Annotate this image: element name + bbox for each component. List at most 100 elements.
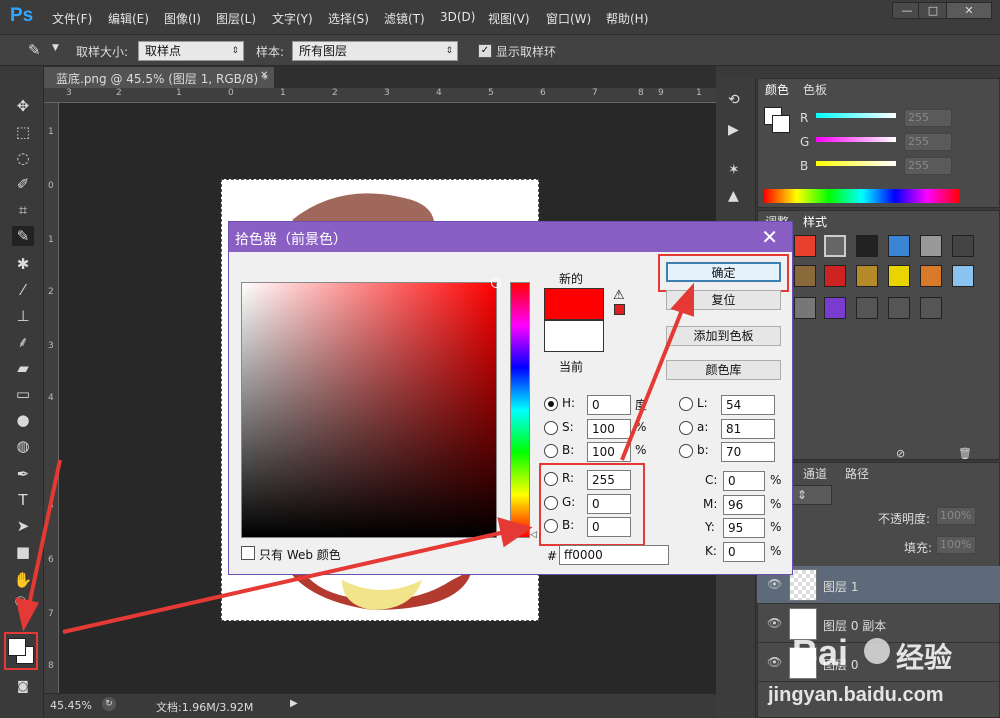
menu-view[interactable]: 视图(V) xyxy=(488,10,530,27)
tab-swatches[interactable]: 色板 xyxy=(798,79,832,100)
show-ring-checkbox[interactable]: ✓ xyxy=(478,44,492,58)
radio-s[interactable] xyxy=(544,421,558,435)
h-input[interactable]: 0 xyxy=(587,395,631,415)
b-lab-input[interactable]: 70 xyxy=(721,442,775,462)
add-to-swatches-button[interactable]: 添加到色板 xyxy=(666,326,781,346)
style-swatch[interactable] xyxy=(794,235,816,257)
fill-value[interactable]: 100% xyxy=(936,536,976,554)
clone-source-icon[interactable]: ▲ xyxy=(728,188,739,204)
gamut-swatch[interactable] xyxy=(614,304,625,315)
saturation-brightness-field[interactable] xyxy=(241,278,501,538)
menu-select[interactable]: 选择(S) xyxy=(328,10,369,27)
sample-select[interactable]: 所有图层 ⇕ xyxy=(292,41,458,61)
move-tool-icon[interactable]: ✥ xyxy=(12,96,34,116)
style-swatch[interactable] xyxy=(952,265,974,287)
layer-row[interactable]: 👁︎ 图层 1 xyxy=(757,566,1000,604)
path-select-icon[interactable]: ➤ xyxy=(12,516,34,536)
slider-arrow-icon[interactable]: ◁ xyxy=(530,530,537,540)
quick-mask-icon[interactable]: ◙ xyxy=(12,676,34,696)
eye-icon[interactable]: 👁︎ xyxy=(767,577,782,591)
k-input[interactable]: 0 xyxy=(723,542,765,562)
gradient-tool-icon[interactable]: ▭ xyxy=(12,384,34,404)
radio-b-hsb[interactable] xyxy=(544,444,558,458)
delete-style-icon[interactable]: ⊘ xyxy=(896,447,905,460)
s-input[interactable]: 100 xyxy=(587,419,631,439)
document-tab[interactable]: 蓝底.png @ 45.5% (图层 1, RGB/8) * ✕ xyxy=(44,67,274,88)
healing-tool-icon[interactable]: ✱ xyxy=(12,254,34,274)
y-input[interactable]: 95 xyxy=(723,518,765,538)
close-icon[interactable]: ✕ xyxy=(761,225,778,249)
zoom-tool-icon[interactable]: 🔍︎ xyxy=(12,594,34,614)
l-input[interactable]: 54 xyxy=(721,395,775,415)
hue-slider[interactable] xyxy=(510,282,530,538)
eyedropper-tool-icon[interactable]: ✎ xyxy=(12,226,34,246)
panel-background-swatch[interactable] xyxy=(772,115,790,133)
r-value[interactable]: 255 xyxy=(904,109,952,127)
style-swatch[interactable] xyxy=(856,265,878,287)
style-swatch[interactable] xyxy=(920,297,942,319)
pen-tool-icon[interactable]: ✒ xyxy=(12,464,34,484)
hex-input[interactable]: ff0000 xyxy=(559,545,669,565)
radio-h[interactable] xyxy=(544,397,558,411)
picker-cursor[interactable] xyxy=(491,278,501,288)
web-colors-checkbox[interactable] xyxy=(241,546,255,560)
style-swatch[interactable] xyxy=(888,297,910,319)
style-swatch[interactable] xyxy=(856,297,878,319)
eyedropper-icon[interactable]: ✎ xyxy=(28,41,41,59)
r-slider[interactable] xyxy=(816,113,896,118)
style-swatch[interactable] xyxy=(920,265,942,287)
menu-file[interactable]: 文件(F) xyxy=(52,10,92,27)
current-color-preview[interactable] xyxy=(544,320,604,352)
trash-icon[interactable]: 🗑︎ xyxy=(958,447,972,460)
close-window-button[interactable]: ✕ xyxy=(946,2,992,19)
share-icon[interactable]: ↻ xyxy=(102,697,116,711)
style-swatch[interactable] xyxy=(920,235,942,257)
style-swatch[interactable] xyxy=(794,297,816,319)
stamp-tool-icon[interactable]: ⊥ xyxy=(12,306,34,326)
blur-tool-icon[interactable]: ● xyxy=(12,410,34,430)
warning-icon[interactable]: ⚠ xyxy=(613,288,625,303)
g-value[interactable]: 255 xyxy=(904,133,952,151)
radio-l[interactable] xyxy=(679,397,693,411)
tab-styles[interactable]: 样式 xyxy=(798,211,833,232)
shape-tool-icon[interactable]: ■ xyxy=(12,542,34,562)
actions-icon[interactable]: ▶ xyxy=(728,122,739,138)
radio-a[interactable] xyxy=(679,421,693,435)
tab-channels[interactable]: 通道 xyxy=(798,463,832,484)
quick-select-tool-icon[interactable]: ✐ xyxy=(12,174,34,194)
tab-paths[interactable]: 路径 xyxy=(840,463,874,484)
color-libraries-button[interactable]: 颜色库 xyxy=(666,360,781,380)
lasso-tool-icon[interactable]: ◌ xyxy=(12,148,34,168)
tab-color[interactable]: 颜色 xyxy=(760,79,795,100)
menu-layer[interactable]: 图层(L) xyxy=(216,10,256,27)
reset-button[interactable]: 复位 xyxy=(666,290,781,310)
hand-tool-icon[interactable]: ✋ xyxy=(12,570,34,590)
dodge-tool-icon[interactable]: ◍ xyxy=(12,436,34,456)
m-input[interactable]: 96 xyxy=(723,495,765,515)
dialog-titlebar[interactable]: 拾色器（前景色） ✕ xyxy=(229,222,792,252)
a-input[interactable]: 81 xyxy=(721,419,775,439)
menu-edit[interactable]: 编辑(E) xyxy=(108,10,149,27)
b-slider[interactable] xyxy=(816,161,896,166)
style-swatch[interactable] xyxy=(888,235,910,257)
brush-tool-icon[interactable]: ⁄ xyxy=(12,280,34,300)
eraser-tool-icon[interactable]: ▰ xyxy=(12,358,34,378)
menu-filter[interactable]: 滤镜(T) xyxy=(384,10,425,27)
style-swatch[interactable] xyxy=(824,235,846,257)
style-swatch[interactable] xyxy=(888,265,910,287)
b-hsb-input[interactable]: 100 xyxy=(587,442,631,462)
style-swatch[interactable] xyxy=(952,235,974,257)
history-brush-icon[interactable]: ⸙ xyxy=(12,332,34,352)
color-spectrum-ramp[interactable] xyxy=(764,189,960,203)
style-swatch[interactable] xyxy=(824,265,846,287)
b-value[interactable]: 255 xyxy=(904,157,952,175)
crop-tool-icon[interactable]: ⌗ xyxy=(12,200,34,220)
g-slider[interactable] xyxy=(816,137,896,142)
marquee-tool-icon[interactable]: ⬚ xyxy=(12,122,34,142)
style-swatch[interactable] xyxy=(794,265,816,287)
opacity-value[interactable]: 100% xyxy=(936,507,976,525)
c-input[interactable]: 0 xyxy=(723,471,765,491)
maximize-button[interactable]: □ xyxy=(918,2,948,19)
sample-size-select[interactable]: 取样点 ⇕ xyxy=(138,41,244,61)
play-icon[interactable]: ▶ xyxy=(290,698,298,709)
